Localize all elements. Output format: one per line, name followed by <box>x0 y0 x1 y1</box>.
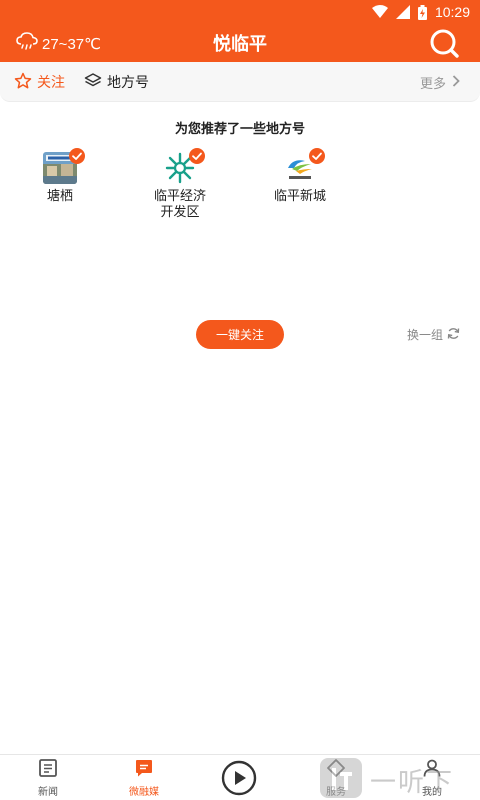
nav-news-label: 新闻 <box>38 787 58 798</box>
watermark: 一听下载 <box>320 756 480 800</box>
account-logo <box>163 148 205 184</box>
channel-tab-bar: 关注 地方号 更多 <box>0 62 480 102</box>
refresh-label: 换一组 <box>406 328 443 342</box>
followed-check-icon <box>309 148 325 164</box>
nav-micro-media[interactable]: 微融媒 <box>96 755 192 800</box>
news-icon <box>38 758 58 781</box>
account-logo <box>43 148 85 184</box>
search-button[interactable] <box>428 28 460 58</box>
nav-micro-media-label: 微融媒 <box>129 787 159 798</box>
nav-news[interactable]: 新闻 <box>0 755 96 800</box>
follow-all-button[interactable]: 一键关注 <box>196 320 284 349</box>
battery-icon <box>417 4 427 20</box>
account-logo <box>283 148 325 184</box>
app-header: 27~37℃ 悦临平 <box>0 24 480 62</box>
refresh-batch-button[interactable]: 换一组 <box>407 326 460 343</box>
chevron-right-icon <box>452 74 460 90</box>
search-icon <box>428 29 460 62</box>
tab-local-label: 地方号 <box>107 74 149 90</box>
chat-bubble-icon <box>134 758 154 781</box>
center-play-button[interactable] <box>220 760 258 796</box>
app-title: 悦临平 <box>213 34 267 54</box>
status-icons: 10:29 <box>371 3 470 21</box>
layers-icon <box>84 72 102 93</box>
more-label: 更多 <box>419 75 446 91</box>
tab-follow[interactable]: 关注 <box>14 62 65 102</box>
followed-check-icon <box>189 148 205 164</box>
refresh-icon <box>447 327 460 343</box>
more-button[interactable]: 更多 <box>420 62 460 102</box>
account-name: 临平经济 开发区 <box>153 188 206 219</box>
status-bar: 10:29 <box>0 0 480 24</box>
watermark-logo <box>320 758 362 798</box>
status-time: 10:29 <box>434 4 470 20</box>
star-icon <box>14 72 32 93</box>
signal-icon <box>395 5 410 19</box>
recommend-item-tangqi[interactable]: 塘栖 <box>5 148 115 204</box>
play-circle-icon <box>220 760 258 800</box>
account-name: 塘栖 <box>46 188 73 203</box>
recommend-item-linping-new-city[interactable]: 临平新城 <box>245 148 355 204</box>
watermark-text: 一听下载 <box>370 767 455 797</box>
recommend-item-linping-econ-zone[interactable]: 临平经济 开发区 <box>125 148 235 220</box>
recommend-title: 为您推荐了一些地方号 <box>174 121 305 136</box>
account-name: 临平新城 <box>273 188 326 203</box>
wifi-icon <box>371 5 388 19</box>
tab-local-accounts[interactable]: 地方号 <box>84 62 149 102</box>
tab-follow-label: 关注 <box>37 74 65 90</box>
followed-check-icon <box>69 148 85 164</box>
